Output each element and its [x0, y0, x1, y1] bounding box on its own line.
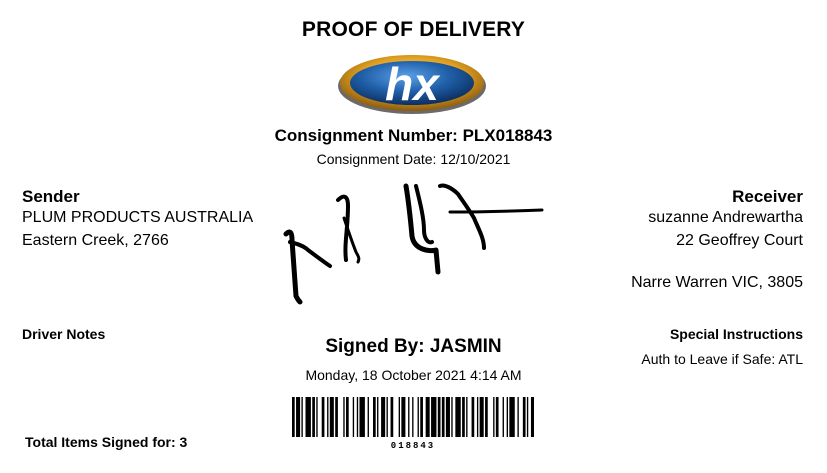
barcode-bar — [479, 397, 484, 437]
barcode-bar — [417, 397, 419, 437]
barcode-bar — [451, 397, 453, 437]
barcode-bar — [359, 397, 365, 437]
barcode-bar — [441, 397, 445, 437]
consignment-number: Consignment Number: PLX018843 — [274, 126, 553, 145]
barcode-bar — [367, 397, 369, 437]
barcode-bar — [381, 397, 386, 437]
barcode-bar — [343, 397, 345, 437]
barcode-bar — [390, 397, 394, 437]
barcode-bar — [517, 397, 519, 437]
barcode-bar — [526, 397, 529, 437]
barcode — [292, 397, 534, 437]
hx-logo: hx — [338, 55, 486, 114]
barcode-bar — [530, 397, 534, 437]
barcode-bar — [506, 397, 508, 437]
barcode-bar — [321, 397, 325, 437]
signature-image — [283, 183, 544, 305]
document-title: PROOF OF DELIVERY — [301, 18, 526, 41]
sender-heading: Sender — [22, 187, 80, 206]
signed-by: Signed By: JASMIN — [325, 336, 502, 357]
barcode-bar — [377, 397, 379, 437]
barcode-bar — [493, 397, 495, 437]
barcode-bar — [305, 397, 311, 437]
barcode-bar — [437, 397, 441, 437]
sender-name: PLUM PRODUCTS AUSTRALIA — [22, 209, 254, 226]
barcode-bar — [352, 397, 355, 437]
barcode-bar — [466, 397, 468, 437]
barcode-bar — [431, 397, 437, 437]
barcode-bar — [316, 397, 318, 437]
barcode-bar — [471, 397, 475, 437]
barcode-bar — [329, 397, 334, 437]
receiver-heading: Receiver — [732, 187, 803, 206]
barcode-bar — [401, 397, 406, 437]
barcode-bar — [292, 397, 295, 437]
barcode-bar — [408, 397, 410, 437]
barcode-bar — [312, 397, 315, 437]
barcode-bar — [412, 397, 414, 437]
barcode-bar — [346, 397, 349, 437]
barcode-bar — [386, 397, 388, 437]
barcode-bar — [522, 397, 526, 437]
signed-date: Monday, 18 October 2021 4:14 AM — [305, 367, 522, 383]
receiver-name: suzanne Andrewartha — [648, 209, 803, 226]
barcode-bar — [356, 397, 359, 437]
barcode-bar — [335, 397, 338, 437]
barcode-bar — [425, 397, 430, 437]
barcode-bar — [296, 397, 301, 437]
logo-text: hx — [385, 58, 441, 110]
barcode-bar — [495, 397, 499, 437]
consignment-date: Consignment Date: 12/10/2021 — [316, 151, 511, 167]
receiver-address-line2: Narre Warren VIC, 3805 — [631, 274, 803, 291]
barcode-bar — [373, 397, 376, 437]
barcode-bar — [502, 397, 504, 437]
barcode-bar — [398, 397, 400, 437]
barcode-bar — [301, 397, 303, 437]
barcode-bar — [420, 397, 423, 437]
receiver-address-line1: 22 Geoffrey Court — [676, 232, 803, 249]
total-items-signed: Total Items Signed for: 3 — [25, 434, 188, 450]
barcode-bar — [445, 397, 450, 437]
barcode-bar — [485, 397, 488, 437]
barcode-bar — [327, 397, 329, 437]
barcode-bar — [462, 397, 465, 437]
barcode-bar — [455, 397, 461, 437]
barcode-bar — [476, 397, 479, 437]
barcode-number: 018843 — [390, 441, 436, 451]
barcode-bar — [509, 397, 515, 437]
sender-address: Eastern Creek, 2766 — [22, 232, 169, 249]
